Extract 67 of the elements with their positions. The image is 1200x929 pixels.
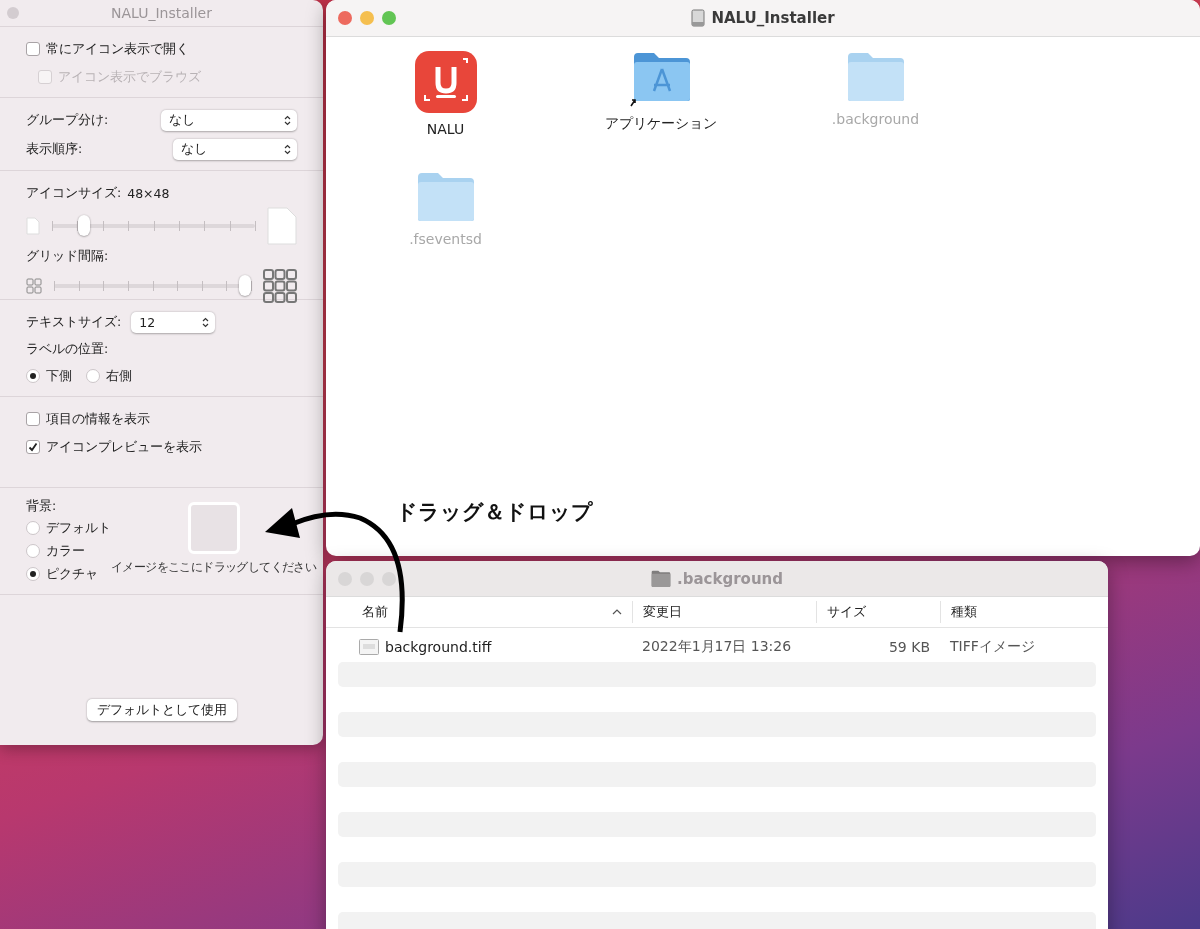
radio-label: 右側 bbox=[106, 367, 132, 385]
checkbox[interactable] bbox=[26, 440, 40, 454]
column-header[interactable]: サイズ bbox=[827, 603, 866, 621]
checkbox[interactable] bbox=[26, 412, 40, 426]
annotation-text: ドラッグ＆ドロップ bbox=[396, 499, 593, 526]
select-field[interactable]: 12 bbox=[131, 312, 216, 333]
folder-icon bbox=[629, 51, 692, 107]
text-size-label: テキストサイズ: bbox=[26, 314, 122, 331]
large-grid-icon bbox=[263, 269, 297, 303]
updown-chevron-icon bbox=[202, 317, 210, 328]
slider-track[interactable] bbox=[54, 275, 251, 297]
radio-button[interactable] bbox=[26, 369, 40, 383]
slider-thumb[interactable] bbox=[78, 214, 91, 236]
column-header[interactable]: 名前 bbox=[362, 603, 388, 621]
zoom-button[interactable] bbox=[382, 571, 396, 586]
file-name[interactable]: NALU bbox=[426, 121, 465, 137]
window-title: .background bbox=[677, 569, 783, 588]
checkbox-label: 常にアイコン表示で開く bbox=[46, 40, 189, 58]
folder-icon bbox=[651, 569, 671, 588]
image-drop-well[interactable] bbox=[187, 502, 240, 554]
column-header[interactable]: 種類 bbox=[951, 603, 977, 621]
checkbox-label: アイコンプレビューを表示 bbox=[46, 438, 202, 456]
slider-thumb[interactable] bbox=[239, 275, 252, 296]
app-icon bbox=[414, 51, 477, 113]
small-document-icon bbox=[26, 216, 40, 235]
updown-chevron-icon bbox=[284, 144, 291, 155]
radio-button[interactable] bbox=[26, 521, 40, 535]
window-title: NALU_Installer bbox=[711, 9, 835, 27]
use-as-default-button[interactable]: デフォルトとして使用 bbox=[86, 699, 237, 721]
drop-hint: イメージをここにドラッグしてください bbox=[111, 560, 317, 575]
updown-chevron-icon bbox=[284, 115, 291, 126]
radio-button[interactable] bbox=[26, 567, 40, 581]
radio-button[interactable] bbox=[26, 544, 40, 558]
date-cell-text: 2022年1月17日 13:26 bbox=[641, 638, 793, 656]
select-field[interactable]: なし bbox=[173, 139, 297, 160]
checkbox[interactable] bbox=[26, 42, 40, 56]
large-document-icon bbox=[267, 206, 297, 245]
file-name[interactable]: background.tiff bbox=[385, 639, 492, 655]
image-file-icon bbox=[359, 639, 379, 655]
zoom-button[interactable] bbox=[382, 11, 396, 25]
close-button[interactable] bbox=[338, 11, 352, 25]
kind-cell-text: TIFFイメージ bbox=[949, 638, 1036, 656]
radio-label: ピクチャ bbox=[46, 565, 98, 583]
select-label: グループ分け: bbox=[26, 112, 109, 129]
grid-spacing-label: グリッド間隔: bbox=[26, 248, 110, 266]
column-header[interactable]: 変更日 bbox=[643, 603, 682, 621]
select-label: 表示順序: bbox=[26, 141, 83, 158]
window-title: NALU_Installer bbox=[111, 5, 212, 21]
checkbox-label: 項目の情報を表示 bbox=[46, 410, 150, 428]
radio-button[interactable] bbox=[86, 369, 100, 383]
file-name[interactable]: アプリケーション bbox=[604, 115, 717, 133]
close-button[interactable] bbox=[7, 7, 19, 19]
slider-track[interactable] bbox=[52, 214, 255, 237]
select-field[interactable]: なし bbox=[161, 110, 297, 131]
small-grid-icon bbox=[26, 278, 42, 294]
radio-label: デフォルト bbox=[46, 519, 111, 537]
icon-size-value: 48×48 bbox=[127, 185, 170, 201]
folder-icon bbox=[845, 51, 906, 103]
radio-label: 下側 bbox=[46, 367, 72, 385]
background-label: 背景: bbox=[26, 498, 58, 515]
size-cell-text: 59 KB bbox=[887, 639, 931, 655]
minimize-button[interactable] bbox=[360, 11, 374, 25]
radio-label: カラー bbox=[46, 542, 85, 560]
label-position-label: ラベルの位置: bbox=[26, 341, 110, 358]
icon-size-label: アイコンサイズ: bbox=[26, 184, 122, 202]
folder-icon bbox=[415, 171, 476, 223]
chevron-up-icon bbox=[612, 609, 622, 615]
